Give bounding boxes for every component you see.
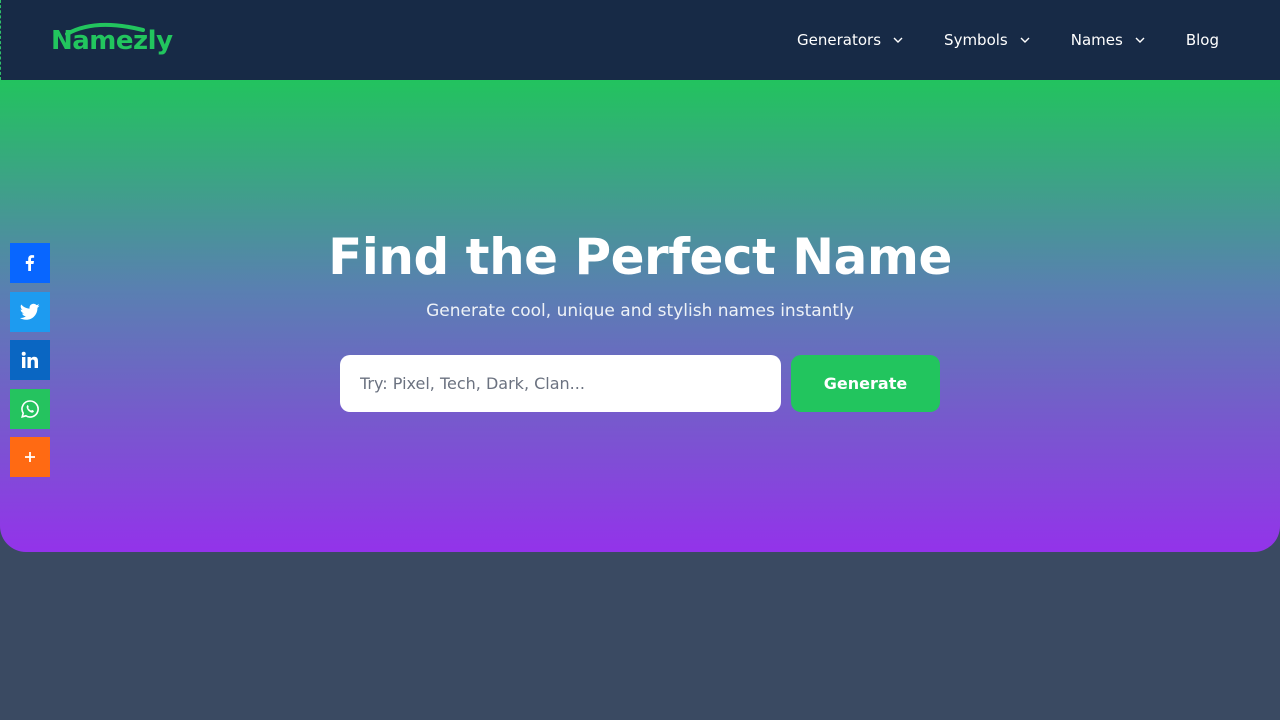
nav-item-blog[interactable]: Blog: [1186, 31, 1219, 49]
social-share-bar: [10, 243, 50, 486]
hero-section: Find the Perfect Name Generate cool, uni…: [0, 80, 1280, 552]
nav-item-symbols[interactable]: Symbols: [944, 31, 1030, 49]
site-header: Namezly Generators Symbols Names Blog: [0, 0, 1280, 80]
share-linkedin-button[interactable]: [10, 340, 50, 380]
facebook-icon: [25, 255, 35, 271]
nav-item-label: Names: [1070, 31, 1123, 49]
nav-item-label: Generators: [797, 31, 882, 49]
nav-item-generators[interactable]: Generators: [797, 31, 903, 49]
hero-title: Find the Perfect Name: [328, 228, 952, 286]
name-search-input[interactable]: [340, 355, 781, 412]
logo[interactable]: Namezly: [51, 22, 175, 60]
share-more-button[interactable]: [10, 437, 50, 477]
whatsapp-icon: [21, 399, 39, 418]
plus-icon: [25, 452, 35, 462]
share-facebook-button[interactable]: [10, 243, 50, 283]
nav-item-names[interactable]: Names: [1071, 31, 1145, 49]
twitter-icon: [20, 303, 40, 320]
nav-item-label: Symbols: [944, 31, 1008, 49]
hero-subtitle: Generate cool, unique and stylish names …: [426, 301, 854, 321]
main-nav: Generators Symbols Names Blog: [797, 0, 1219, 80]
logo-text: Namezly: [51, 26, 173, 56]
chevron-down-icon: [1135, 37, 1145, 43]
generate-button[interactable]: Generate: [791, 355, 940, 412]
chevron-down-icon: [893, 37, 903, 43]
nav-item-label: Blog: [1185, 31, 1219, 49]
share-twitter-button[interactable]: [10, 291, 50, 332]
linkedin-icon: [21, 351, 38, 368]
share-whatsapp-button[interactable]: [10, 388, 50, 429]
chevron-down-icon: [1020, 37, 1030, 43]
